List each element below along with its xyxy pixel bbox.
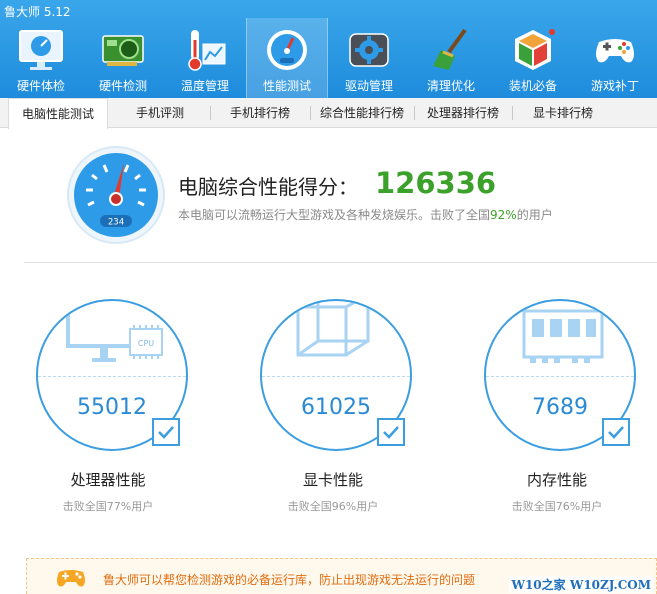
cube-box-icon (515, 29, 555, 70)
divider (24, 262, 657, 263)
nav-item-temperature[interactable]: 温度管理 (164, 18, 246, 98)
tab-separator (310, 106, 311, 120)
gamepad-icon (57, 570, 85, 587)
tab-cpu-ranking[interactable]: 处理器排行榜 (418, 98, 508, 128)
cpu-monitor-icon: CPU (66, 303, 163, 362)
nav-label: 温度管理 (180, 79, 229, 93)
total-score: 126336 (375, 166, 497, 200)
nav-label: 清理优化 (426, 79, 475, 93)
cpu-check-icon[interactable] (152, 418, 180, 446)
thermometer-icon (188, 30, 226, 71)
score-description: 本电脑可以流畅运行大型游戏及各种发烧娱乐。击败了全国92%的用户 (178, 206, 553, 223)
gpu-score: 61025 (301, 395, 371, 420)
nav-item-hardware-check[interactable]: 硬件体检 (0, 18, 82, 98)
gpu-check-icon[interactable] (377, 418, 405, 446)
memory-score: 7689 (532, 395, 588, 420)
monitor-clock-icon (19, 30, 63, 70)
gauge-readout: 234 (108, 218, 124, 228)
graphics-card-icon (102, 35, 144, 66)
score-gauge-icon: 234 (67, 146, 165, 244)
gamepad-icon (596, 39, 634, 63)
tab-gpu-ranking[interactable]: 显卡排行榜 (518, 98, 608, 128)
cpu-rank-text: 击败全国77%用户 (62, 500, 154, 513)
cpu-score: 55012 (77, 395, 147, 420)
dashed-divider (38, 376, 186, 377)
banner-text: 鲁大师可以帮您检测游戏的必备运行库，防止出现游戏无法运行的问题 (103, 573, 476, 587)
gpu-label: 显卡性能 (302, 471, 363, 489)
dashed-divider (486, 376, 634, 377)
top-toolbar: 鲁大师 5.12 硬件体检 硬件检测 温度管理 性能测试 驱动管理 清理优化 装… (0, 0, 657, 98)
nav-item-clean-optimize[interactable]: 清理优化 (410, 18, 492, 98)
nav-item-game-patch[interactable]: 游戏补丁 (574, 18, 656, 98)
dashed-divider (262, 376, 410, 377)
nav-label: 游戏补丁 (590, 79, 639, 93)
tab-phone-review[interactable]: 手机评测 (118, 98, 202, 128)
main-nav: 硬件体检 硬件检测 温度管理 性能测试 驱动管理 清理优化 装机必备 游戏补丁 (0, 18, 657, 98)
nav-label: 性能测试 (262, 79, 311, 93)
score-title: 电脑综合性能得分： (178, 175, 358, 199)
tab-separator (414, 106, 415, 120)
nav-item-install-essentials[interactable]: 装机必备 (492, 18, 574, 98)
sub-tab-bar: 电脑性能测试 手机评测 手机排行榜 综合性能排行榜 处理器排行榜 显卡排行榜 (0, 98, 657, 129)
memory-label: 内存性能 (526, 471, 587, 489)
cpu-chip-label: CPU (138, 339, 154, 348)
tab-separator (512, 106, 513, 120)
memory-chip-icon (522, 309, 604, 363)
nav-item-performance-test[interactable]: 性能测试 (246, 18, 328, 98)
nav-label: 硬件检测 (98, 79, 147, 93)
nav-label: 硬件体检 (16, 79, 65, 93)
memory-rank-text: 击败全国76%用户 (511, 500, 603, 513)
tab-pc-performance[interactable]: 电脑性能测试 (8, 98, 108, 129)
score-percent: 92% (490, 208, 517, 222)
speedometer-icon (267, 30, 307, 70)
nav-label: 装机必备 (508, 79, 557, 93)
app-window: 鲁大师 5.12 硬件体检 硬件检测 温度管理 性能测试 驱动管理 清理优化 装… (0, 0, 657, 594)
graphics-cube-icon (296, 301, 370, 357)
memory-check-icon[interactable] (602, 418, 630, 446)
watermark: W10之家 W10ZJ.COM (509, 576, 653, 593)
score-desc-prefix: 本电脑可以流畅运行大型游戏及各种发烧娱乐。击败了全国 (178, 208, 491, 222)
broom-icon (433, 28, 467, 70)
tab-overall-ranking[interactable]: 综合性能排行榜 (314, 98, 410, 128)
nav-item-driver-manage[interactable]: 驱动管理 (328, 18, 410, 98)
nav-label: 驱动管理 (344, 79, 393, 93)
tab-separator (210, 106, 211, 120)
cpu-label: 处理器性能 (70, 471, 146, 489)
score-desc-suffix: 的用户 (516, 208, 553, 222)
gear-box-icon (349, 33, 389, 67)
tab-phone-ranking[interactable]: 手机排行榜 (218, 98, 302, 128)
nav-item-hardware-detect[interactable]: 硬件检测 (82, 18, 164, 98)
gpu-rank-text: 击败全国96%用户 (287, 500, 379, 513)
